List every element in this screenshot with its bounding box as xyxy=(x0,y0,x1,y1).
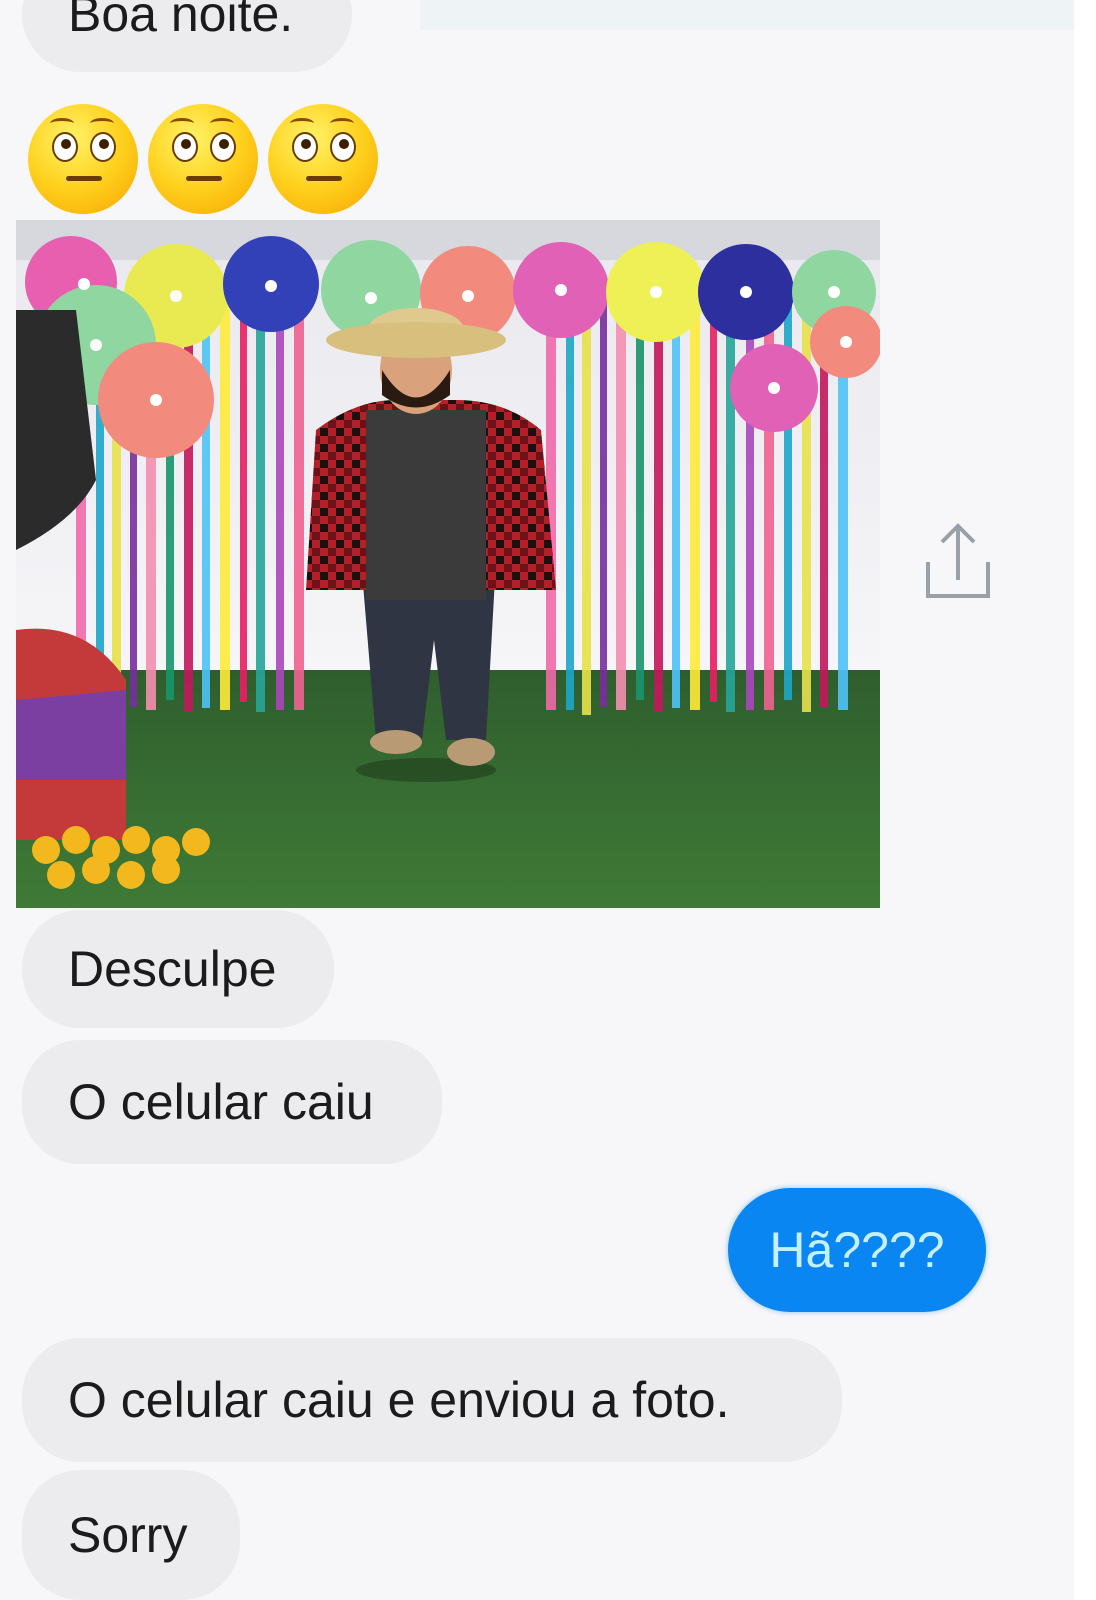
chat-thread: Boa noite. Desculpe O celular caiu Hã???… xyxy=(0,0,1096,1600)
share-icon[interactable] xyxy=(922,520,994,610)
message-greeting[interactable]: Boa noite. xyxy=(22,0,352,72)
top-strip xyxy=(420,0,1080,30)
scroll-edge xyxy=(1074,0,1096,1600)
emoji-message[interactable] xyxy=(28,104,378,214)
flushed-face-icon xyxy=(148,104,258,214)
message-apology[interactable]: Desculpe xyxy=(22,910,334,1028)
photo-message[interactable] xyxy=(16,220,880,908)
message-explanation[interactable]: O celular caiu e enviou a foto. xyxy=(22,1338,842,1462)
message-text: O celular caiu e enviou a foto. xyxy=(68,1372,730,1428)
flushed-face-icon xyxy=(268,104,378,214)
message-text: Hã???? xyxy=(769,1222,945,1278)
message-phone-fell[interactable]: O celular caiu xyxy=(22,1040,442,1164)
message-reply[interactable]: Hã???? xyxy=(728,1188,986,1312)
message-text: Desculpe xyxy=(68,941,277,997)
party-photo xyxy=(16,220,880,908)
message-sorry[interactable]: Sorry xyxy=(22,1470,240,1600)
message-text: Sorry xyxy=(68,1507,188,1563)
message-text: O celular caiu xyxy=(68,1074,374,1130)
message-text: Boa noite. xyxy=(68,0,294,42)
flushed-face-icon xyxy=(28,104,138,214)
